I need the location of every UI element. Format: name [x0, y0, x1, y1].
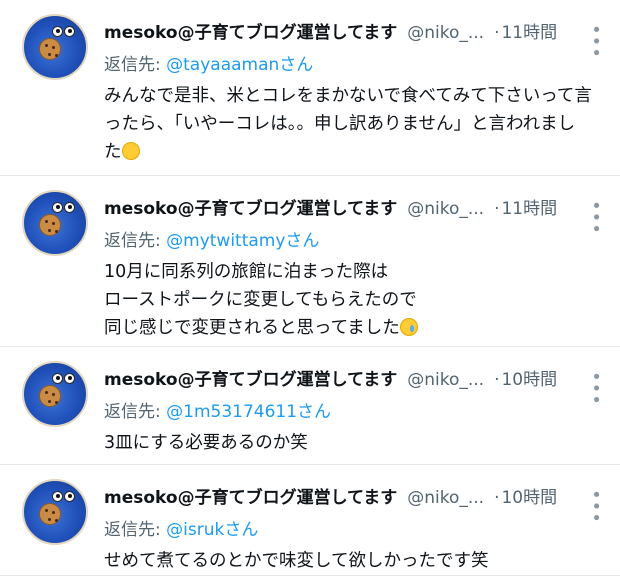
reply-prefix: 返信先:	[104, 55, 167, 75]
user-handle[interactable]: @niko_...	[407, 23, 484, 43]
reply-feed: mesoko@子育てブログ運営してます @niko_... · 11時間 返信先…	[0, 0, 620, 576]
tweet-text: 10月に同系列の旅館に泊まった際は ローストポークに変更してもらえたので 同じ感…	[104, 258, 604, 342]
user-handle[interactable]: @niko_...	[407, 488, 484, 508]
more-vertical-icon[interactable]: •••	[585, 200, 606, 235]
tweet-text-line: せめて煮てるのとかで味変して欲しかったです笑	[104, 551, 489, 571]
reply-mention[interactable]: @1m53174611さん	[166, 402, 331, 422]
tweet-text-line: た	[104, 138, 604, 166]
tweet-text: せめて煮てるのとかで味変して欲しかったです笑	[104, 547, 604, 575]
tweet-text: 3皿にする必要あるのか笑	[104, 429, 604, 457]
tweet[interactable]: mesoko@子育てブログ運営してます @niko_... · 10時間 返信先…	[0, 347, 620, 465]
reply-to-line: 返信先: @tayaaamanさん	[104, 50, 606, 76]
user-handle[interactable]: @niko_...	[407, 199, 484, 219]
timestamp[interactable]: 10時間	[501, 365, 557, 390]
avatar[interactable]	[22, 14, 88, 80]
tweet-text-line: 10月に同系列の旅館に泊まった際は	[104, 262, 389, 282]
tweet-text: みんなで是非、米とコレをまかないで食べてみて下さいって言 ったら、「いやーコレは…	[104, 82, 604, 166]
display-name[interactable]: mesoko@子育てブログ運営してます	[104, 365, 397, 390]
separator-dot: ·	[494, 370, 500, 390]
reply-prefix: 返信先:	[104, 520, 167, 540]
tweet-text-segment: た	[104, 142, 122, 162]
reply-prefix: 返信先:	[104, 402, 167, 422]
timestamp[interactable]: 11時間	[501, 18, 557, 43]
timestamp[interactable]: 11時間	[501, 194, 557, 219]
reply-prefix: 返信先:	[104, 231, 167, 251]
avatar[interactable]	[22, 361, 88, 427]
display-name[interactable]: mesoko@子育てブログ運営してます	[104, 483, 397, 508]
separator-dot: ·	[494, 23, 500, 43]
separator-dot: ·	[494, 199, 500, 219]
crying-face-icon	[399, 318, 418, 336]
tweet-text-segment: 同じ感じで変更されると思ってました	[104, 318, 400, 338]
tweet[interactable]: mesoko@子育てブログ運営してます @niko_... · 10時間 返信先…	[0, 465, 620, 576]
display-name[interactable]: mesoko@子育てブログ運営してます	[104, 194, 397, 219]
tweet-text-line: ったら、「いやーコレは。。申し訳ありません」と言われまし	[104, 114, 576, 134]
user-handle[interactable]: @niko_...	[407, 370, 484, 390]
tweet-text-line: ローストポークに変更してもらえたので	[104, 290, 417, 310]
separator-dot: ·	[494, 488, 500, 508]
reply-mention[interactable]: @mytwittamyさん	[166, 231, 319, 251]
reply-mention[interactable]: @tayaaamanさん	[166, 55, 313, 75]
avatar[interactable]	[22, 479, 88, 545]
reply-mention[interactable]: @isrukさん	[166, 520, 258, 540]
reply-to-line: 返信先: @1m53174611さん	[104, 397, 606, 423]
more-vertical-icon[interactable]: •••	[585, 24, 606, 59]
tweet-text-line: みんなで是非、米とコレをまかないで食べてみて下さいって言	[104, 86, 592, 106]
timestamp[interactable]: 10時間	[501, 483, 557, 508]
tweet-text-line: 3皿にする必要あるのか笑	[104, 433, 308, 453]
reply-to-line: 返信先: @isrukさん	[104, 515, 606, 541]
more-vertical-icon[interactable]: •••	[585, 489, 606, 524]
tweet[interactable]: mesoko@子育てブログ運営してます @niko_... · 11時間 返信先…	[0, 0, 620, 176]
laughing-face-with-tears-icon	[121, 142, 140, 160]
more-vertical-icon[interactable]: •••	[585, 371, 606, 406]
tweet[interactable]: mesoko@子育てブログ運営してます @niko_... · 11時間 返信先…	[0, 176, 620, 347]
avatar[interactable]	[22, 190, 88, 256]
reply-to-line: 返信先: @mytwittamyさん	[104, 226, 606, 252]
display-name[interactable]: mesoko@子育てブログ運営してます	[104, 18, 397, 43]
tweet-text-line: 同じ感じで変更されると思ってました	[104, 314, 604, 342]
